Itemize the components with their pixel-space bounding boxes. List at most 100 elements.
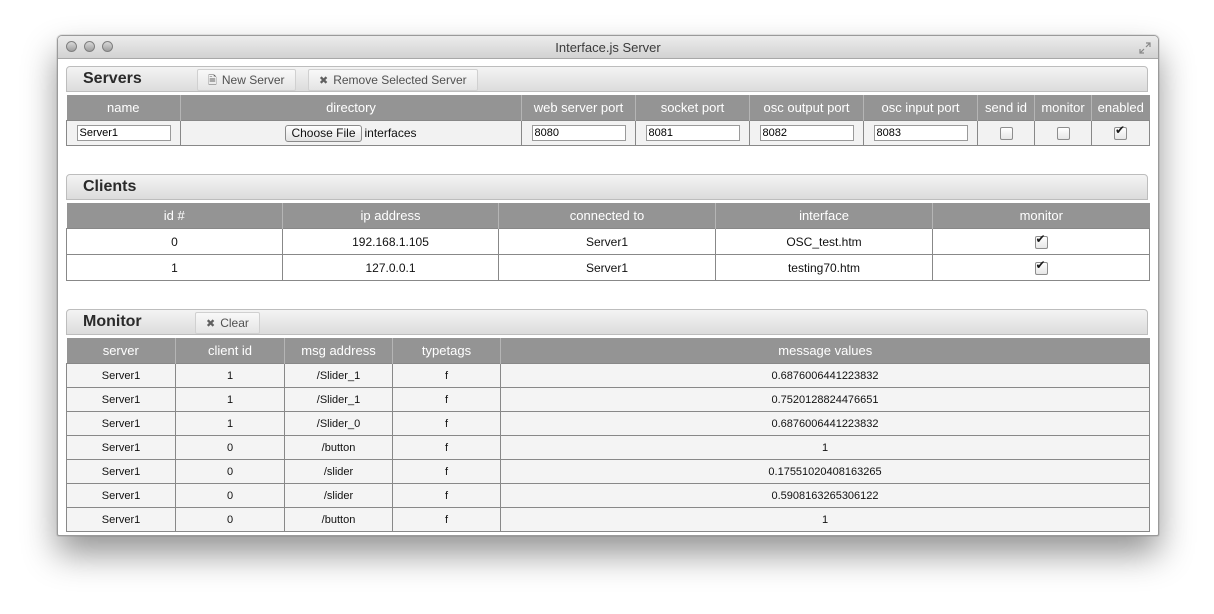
monitor-rows: Server1 1/Slider_1 f 0.6876006441223832 Serv… <box>66 363 1150 532</box>
server-monitor-checkbox[interactable] <box>1056 127 1070 141</box>
new-server-label: New Server <box>221 73 285 87</box>
col-message-values: message values <box>500 338 1150 364</box>
message-typetags: f <box>392 363 501 388</box>
osc-input-port-input[interactable] <box>873 125 968 141</box>
remove-server-button[interactable]: ✖ Remove Selected Server <box>308 69 478 91</box>
title-bar[interactable]: Interface.js Server <box>58 36 1158 59</box>
message-client-id: 0 <box>175 435 285 460</box>
col-osc-output-port: osc output port <box>749 95 864 121</box>
col-name: name <box>66 95 181 121</box>
col-send-id: send id <box>977 95 1035 121</box>
message-client-id: 1 <box>175 387 285 412</box>
col-osc-input-port: osc input port <box>863 95 978 121</box>
send-id-checkbox[interactable] <box>999 127 1013 141</box>
message-server: Server1 <box>66 435 176 460</box>
client-interface: OSC_test.htm <box>715 228 933 255</box>
message-values: 1 <box>500 435 1150 460</box>
client-row[interactable]: 0 192.168.1.105 Server1 OSC_test.htm <box>66 228 1150 255</box>
new-server-button[interactable]: 🗎 New Server <box>197 69 296 91</box>
client-ip: 127.0.0.1 <box>282 254 499 281</box>
message-typetags: f <box>392 435 501 460</box>
message-typetags: f <box>392 459 501 484</box>
client-ip: 192.168.1.105 <box>282 228 499 255</box>
enabled-checkbox[interactable] <box>1114 123 1127 141</box>
message-client-id: 0 <box>175 459 285 484</box>
fullscreen-icon[interactable] <box>1139 41 1151 54</box>
message-typetags: f <box>392 387 501 412</box>
web-server-port-input[interactable] <box>531 125 626 141</box>
message-address: /button <box>284 435 393 460</box>
close-icon: ✖ <box>206 318 216 330</box>
client-monitor-checkbox[interactable] <box>1034 232 1048 249</box>
col-web-server-port: web server port <box>521 95 636 121</box>
message-client-id: 1 <box>175 411 285 436</box>
message-address: /Slider_1 <box>284 363 393 388</box>
message-values: 0.7520128824476651 <box>500 387 1150 412</box>
monitor-row: Server1 0/slider f 0.17551020408163265 <box>66 459 1150 484</box>
message-server: Server1 <box>66 507 176 532</box>
choose-file-button[interactable]: Choose File <box>285 124 362 142</box>
client-interface: testing70.htm <box>715 254 933 281</box>
message-server: Server1 <box>66 459 176 484</box>
message-address: /Slider_1 <box>284 387 393 412</box>
monitor-row: Server1 0/button f 1 <box>66 507 1150 532</box>
close-icon: ✖ <box>319 75 329 87</box>
message-client-id: 1 <box>175 363 285 388</box>
servers-table: name directory web server port socket po… <box>66 95 1150 146</box>
clients-table: id # ip address connected to interface m… <box>66 203 1150 281</box>
window-title: Interface.js Server <box>555 40 661 55</box>
message-values: 1 <box>500 507 1150 532</box>
client-connected-to: Server1 <box>498 228 716 255</box>
directory-name: interfaces <box>364 126 417 140</box>
message-typetags: f <box>392 483 501 508</box>
col-server: server <box>66 338 176 364</box>
col-msg-address: msg address <box>284 338 393 364</box>
new-file-icon: 🗎 <box>208 75 217 87</box>
message-server: Server1 <box>66 411 176 436</box>
client-connected-to: Server1 <box>498 254 716 281</box>
message-address: /button <box>284 507 393 532</box>
col-interface: interface <box>715 203 933 229</box>
col-ip-address: ip address <box>282 203 499 229</box>
monitor-row: Server1 1/Slider_0 f 0.6876006441223832 <box>66 411 1150 436</box>
message-typetags: f <box>392 411 501 436</box>
col-typetags: typetags <box>392 338 501 364</box>
monitor-row: Server1 1/Slider_1 f 0.6876006441223832 <box>66 363 1150 388</box>
clients-section-header: Clients <box>66 174 1148 200</box>
clients-title: Clients <box>83 178 137 195</box>
col-socket-port: socket port <box>635 95 750 121</box>
socket-port-input[interactable] <box>645 125 740 141</box>
server-row[interactable]: Choose Fileinterfaces <box>66 120 1150 146</box>
message-server: Server1 <box>66 483 176 508</box>
message-typetags: f <box>392 507 501 532</box>
col-client-monitor: monitor <box>932 203 1150 229</box>
client-id: 0 <box>66 228 283 255</box>
message-values: 0.6876006441223832 <box>500 411 1150 436</box>
message-client-id: 0 <box>175 483 285 508</box>
monitor-row: Server1 0/button f 1 <box>66 435 1150 460</box>
monitor-table: server client id msg address typetags me… <box>66 338 1150 532</box>
message-values: 0.6876006441223832 <box>500 363 1150 388</box>
message-values: 0.17551020408163265 <box>500 459 1150 484</box>
client-monitor-checkbox[interactable] <box>1034 258 1048 275</box>
osc-output-port-input[interactable] <box>759 125 854 141</box>
col-id: id # <box>66 203 283 229</box>
app-window: Interface.js Server Servers 🗎 New Server … <box>57 35 1159 536</box>
message-client-id: 0 <box>175 507 285 532</box>
monitor-section-header: Monitor ✖ Clear <box>66 309 1148 335</box>
message-address: /slider <box>284 459 393 484</box>
client-row[interactable]: 1 127.0.0.1 Server1 testing70.htm <box>66 254 1150 281</box>
col-connected-to: connected to <box>498 203 716 229</box>
clear-button[interactable]: ✖ Clear <box>195 312 260 334</box>
client-id: 1 <box>66 254 283 281</box>
col-client-id: client id <box>175 338 285 364</box>
remove-server-label: Remove Selected Server <box>333 73 467 87</box>
monitor-title: Monitor <box>83 313 142 330</box>
monitor-row: Server1 0/slider f 0.5908163265306122 <box>66 483 1150 508</box>
servers-section-header: Servers 🗎 New Server ✖ Remove Selected Ser… <box>66 66 1148 92</box>
message-address: /Slider_0 <box>284 411 393 436</box>
col-monitor: monitor <box>1034 95 1092 121</box>
message-server: Server1 <box>66 387 176 412</box>
server-name-input[interactable] <box>76 125 171 141</box>
monitor-row: Server1 1/Slider_1 f 0.7520128824476651 <box>66 387 1150 412</box>
